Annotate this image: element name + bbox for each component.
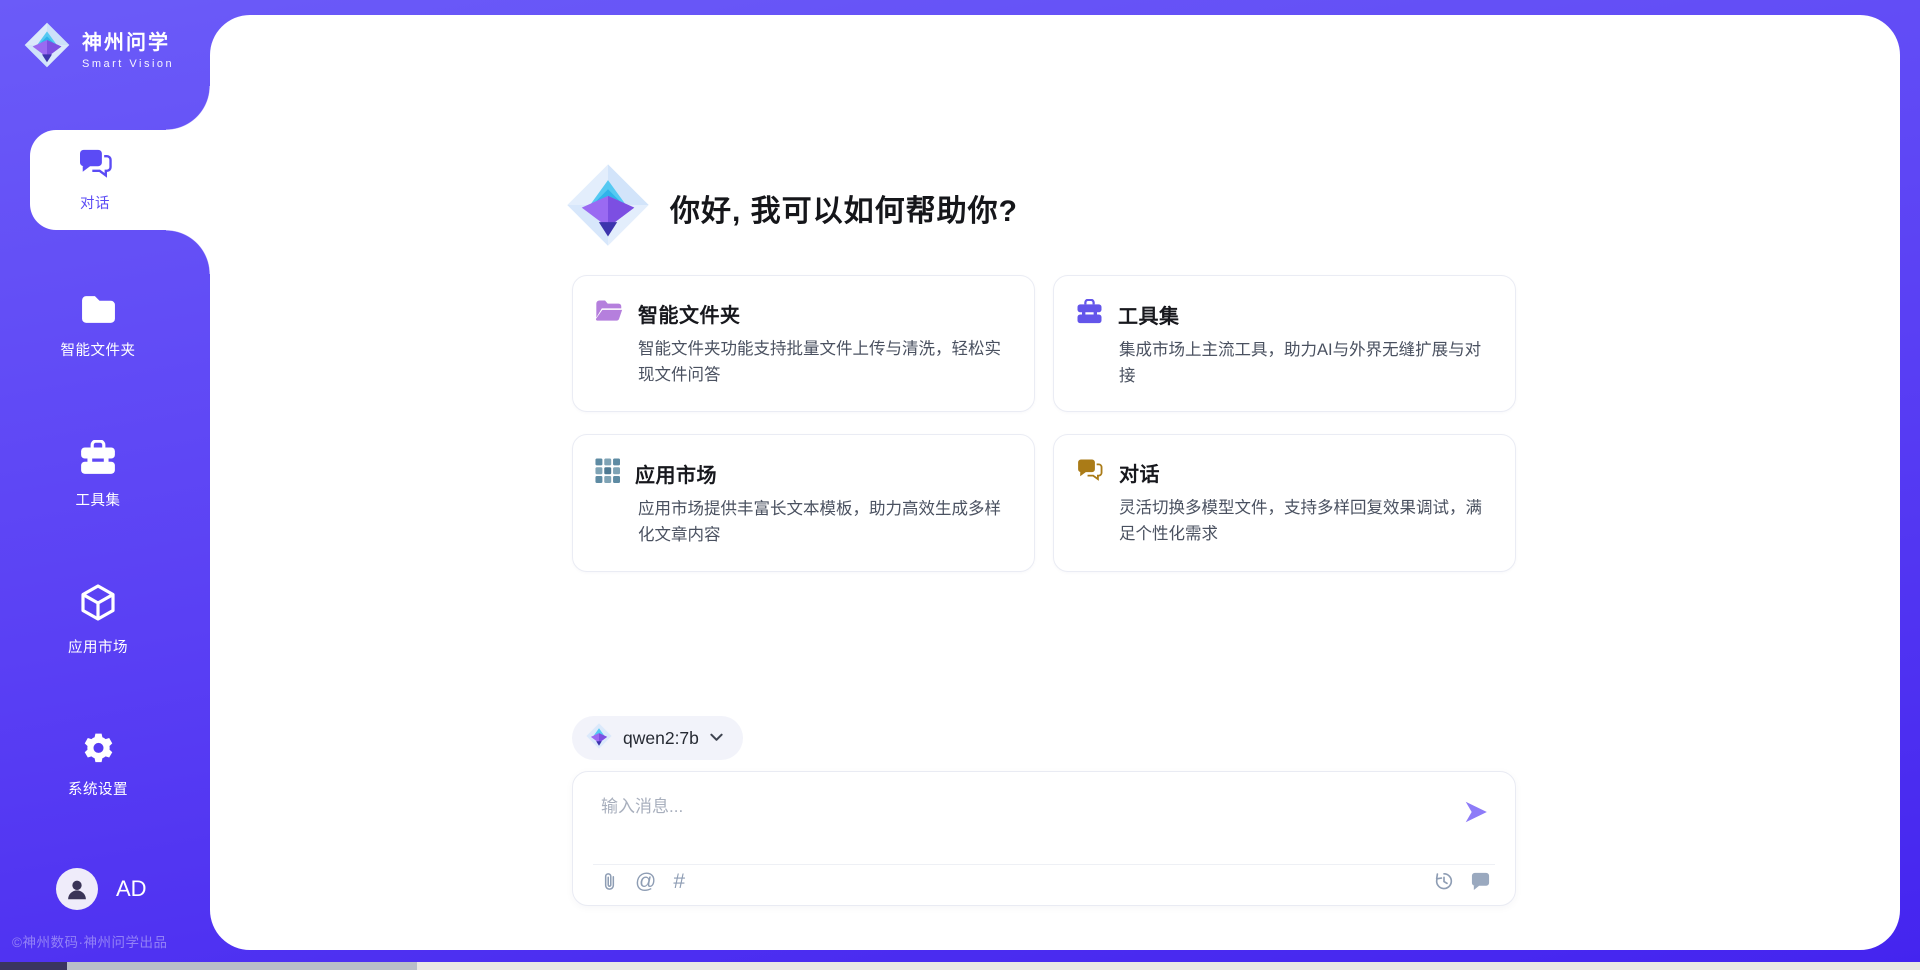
sidebar-item-smart-folder[interactable]: 智能文件夹 — [0, 294, 196, 360]
sidebar-item-toolset[interactable]: 工具集 — [0, 440, 196, 510]
brand-logo-diamond-icon — [24, 22, 70, 73]
card-description: 智能文件夹功能支持批量文件上传与清洗，轻松实现文件问答 — [638, 337, 1008, 388]
card-smart-folder[interactable]: 智能文件夹 智能文件夹功能支持批量文件上传与清洗，轻松实现文件问答 — [572, 275, 1035, 412]
card-chat[interactable]: 对话 灵活切换多模型文件，支持多样回复效果调试，满足个性化需求 — [1053, 434, 1516, 571]
message-composer: @ # — [572, 771, 1516, 906]
chat-bubbles-icon — [77, 148, 114, 184]
greeting: 你好, 我可以如何帮助你? — [566, 163, 1018, 252]
card-title: 工具集 — [1118, 300, 1180, 329]
history-button[interactable] — [1433, 870, 1455, 892]
brand-name: 神州问学 — [82, 26, 174, 55]
sidebar-item-app-market[interactable]: 应用市场 — [0, 584, 196, 657]
user-account[interactable]: AD — [56, 868, 147, 910]
sidebar-item-label: 系统设置 — [0, 778, 196, 799]
card-toolset[interactable]: 工具集 集成市场上主流工具，助力AI与外界无缝扩展与对接 — [1053, 275, 1516, 412]
feedback-button[interactable] — [1470, 871, 1491, 891]
card-description: 灵活切换多模型文件，支持多样回复效果调试，满足个性化需求 — [1119, 496, 1489, 547]
message-input[interactable] — [601, 792, 1431, 844]
card-title: 对话 — [1119, 458, 1160, 487]
toolbox-icon — [1076, 299, 1103, 329]
scrollbar-thumb[interactable] — [67, 962, 417, 970]
hashtag-button[interactable]: # — [673, 871, 685, 892]
greeting-title: 你好, 我可以如何帮助你? — [670, 186, 1018, 230]
sidebar-item-settings[interactable]: 系统设置 — [0, 732, 196, 799]
history-clock-icon — [1433, 870, 1455, 892]
sidebar-item-label: 智能文件夹 — [0, 339, 196, 360]
avatar — [56, 868, 98, 910]
model-logo-diamond-icon — [586, 723, 612, 754]
sidebar: 神州问学 Smart Vision 对话 — [0, 0, 210, 970]
sidebar-item-label: 工具集 — [0, 489, 196, 510]
sidebar-item-chat[interactable]: 对话 — [30, 130, 212, 230]
paperclip-icon — [601, 871, 618, 892]
card-title: 智能文件夹 — [638, 299, 741, 328]
composer-divider — [593, 864, 1495, 865]
attach-file-button[interactable] — [601, 871, 618, 892]
grid-icon — [595, 458, 620, 488]
cube-icon — [80, 609, 116, 626]
model-name: qwen2:7b — [623, 728, 699, 749]
main-panel: 你好, 我可以如何帮助你? 智能文件夹 智能文件夹功能支持批量文件上传与清洗，轻… — [210, 15, 1900, 950]
user-initials: AD — [116, 876, 147, 902]
send-icon — [1463, 800, 1489, 824]
sidebar-item-label: 对话 — [80, 192, 110, 213]
send-button[interactable] — [1463, 800, 1489, 824]
copyright-text: ©神州数码·神州问学出品 — [12, 931, 208, 951]
horizontal-scrollbar — [0, 962, 1920, 970]
card-description: 集成市场上主流工具，助力AI与外界无缝扩展与对接 — [1119, 338, 1489, 389]
brand: 神州问学 Smart Vision — [24, 22, 174, 73]
sidebar-item-label: 应用市场 — [0, 636, 196, 657]
feature-cards: 智能文件夹 智能文件夹功能支持批量文件上传与清洗，轻松实现文件问答 — [572, 275, 1516, 572]
mention-button[interactable]: @ — [635, 871, 656, 892]
chevron-down-icon — [710, 729, 723, 747]
greeting-logo-diamond-icon — [566, 163, 650, 252]
model-selector[interactable]: qwen2:7b — [572, 716, 743, 760]
card-description: 应用市场提供丰富长文本模板，助力高效生成多样化文章内容 — [638, 497, 1008, 548]
app-window: 神州问学 Smart Vision 对话 — [0, 0, 1920, 970]
open-folder-icon — [595, 299, 623, 328]
card-title: 应用市场 — [635, 459, 717, 488]
card-app-market[interactable]: 应用市场 应用市场提供丰富长文本模板，助力高效生成多样化文章内容 — [572, 434, 1035, 571]
toolbox-icon — [79, 462, 117, 479]
gear-icon — [80, 751, 117, 768]
chat-bubbles-icon — [1076, 458, 1104, 487]
folder-icon — [80, 312, 117, 329]
scrollbar-corner — [0, 962, 67, 970]
speech-bubble-icon — [1470, 871, 1491, 891]
person-icon — [64, 876, 90, 902]
brand-subtitle: Smart Vision — [82, 58, 174, 70]
